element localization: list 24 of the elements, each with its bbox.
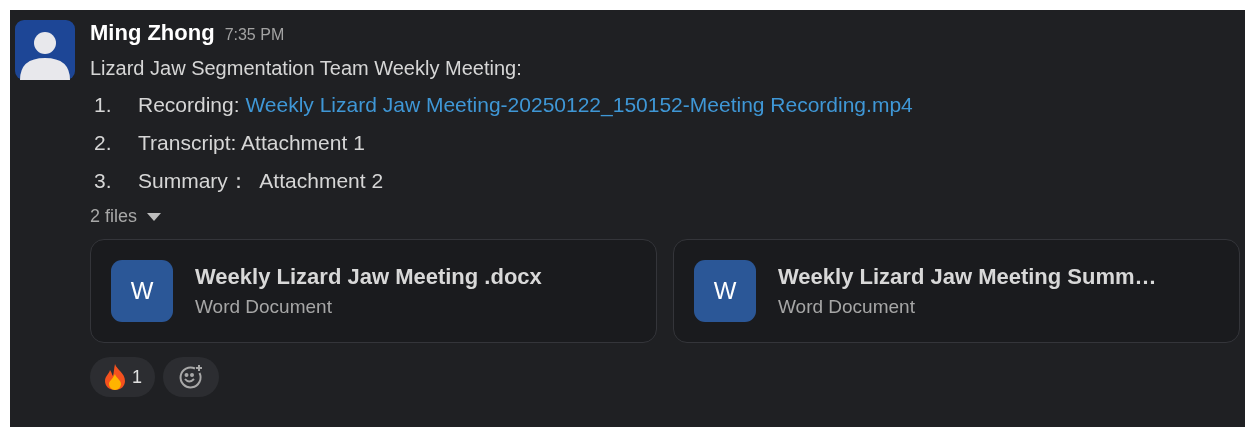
list-item-text: Summary： Attachment 2 (138, 168, 384, 194)
file-card[interactable]: W Weekly Lizard Jaw Meeting Summ… Word Document (673, 239, 1240, 343)
reaction-button[interactable]: 1 (90, 357, 155, 397)
fire-icon (104, 364, 126, 390)
list-number: 3. (94, 168, 113, 194)
list-number: 1. (94, 92, 113, 118)
file-name: Weekly Lizard Jaw Meeting Summ… (778, 264, 1157, 290)
file-type: Word Document (195, 296, 333, 318)
list-item-text: Recording: Weekly Lizard Jaw Meeting-20250122_150152-Meeting Recording.mp4 (138, 92, 913, 119)
timestamp[interactable]: 7:35 PM (224, 26, 285, 44)
author-name[interactable]: Ming Zhong (90, 20, 215, 46)
avatar-icon[interactable] (15, 20, 75, 80)
list-number: 2. (94, 130, 113, 156)
word-document-icon: W (694, 260, 756, 322)
file-name: Weekly Lizard Jaw Meeting .docx (195, 264, 542, 290)
file-card[interactable]: W Weekly Lizard Jaw Meeting .docx Word Document (90, 239, 657, 343)
add-reaction-button[interactable] (163, 357, 219, 397)
recording-link[interactable]: Weekly Lizard Jaw Meeting-20250122_150152-Meeting Recording.mp4 (245, 93, 913, 116)
list-item-text: Transcript: Attachment 1 (138, 130, 365, 156)
smiley-plus-icon (178, 364, 204, 390)
files-toggle[interactable]: 2 files (90, 206, 162, 227)
file-type: Word Document (778, 296, 916, 318)
word-document-icon: W (111, 260, 173, 322)
message-text: Lizard Jaw Segmentation Team Weekly Meeting: (90, 56, 523, 81)
